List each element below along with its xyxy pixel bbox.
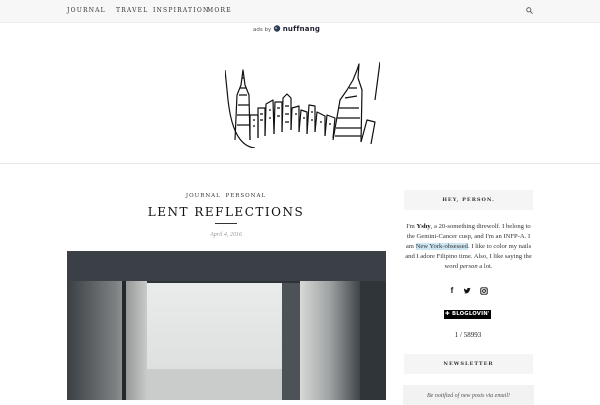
header-divider <box>0 163 600 164</box>
post-photo[interactable] <box>67 251 386 400</box>
nuffnang-logo-icon <box>273 25 281 32</box>
twitter-icon[interactable] <box>463 287 471 295</box>
author-name: Yshy <box>416 223 431 230</box>
title-underline <box>215 223 237 224</box>
about-text-part: I'm <box>406 223 417 230</box>
newsletter-text: Be notified of new posts via email! <box>427 393 510 399</box>
ad-attribution[interactable]: ads by nuffnang <box>253 25 320 33</box>
post-categories: JOURNAL PERSONAL <box>180 193 272 199</box>
skyline-logo[interactable] <box>225 60 380 148</box>
bloglovin-button[interactable]: ✚ BLOGLOVIN' <box>444 310 491 319</box>
about-text-part: a lot. <box>477 263 493 270</box>
highlighted-text: New York-obsessed <box>415 243 468 250</box>
newsletter-heading: NEWSLETTER <box>404 354 533 374</box>
italic-word: person <box>459 263 478 270</box>
chevron-down-icon[interactable]: ⌄ <box>96 7 101 14</box>
ads-prefix: ads by <box>253 27 272 33</box>
about-widget-heading: HEY, PERSON. <box>404 190 533 210</box>
nav-travel[interactable]: TRAVEL <box>116 7 148 14</box>
category-link[interactable]: JOURNAL <box>186 193 221 199</box>
post-date: April 4, 2016 <box>210 232 242 238</box>
nav-inspiration[interactable]: INSPIRATION <box>153 7 209 14</box>
search-icon[interactable] <box>526 7 533 14</box>
top-navigation-bar: JOURNAL ⌄ TRAVEL INSPIRATION MORE ⌄ <box>0 0 600 23</box>
instagram-icon[interactable] <box>480 287 488 295</box>
category-link[interactable]: PERSONAL <box>226 193 267 199</box>
facebook-icon[interactable]: f <box>448 287 456 295</box>
chevron-down-icon[interactable]: ⌄ <box>227 7 232 14</box>
follower-count: 1 / 58993 <box>454 331 482 339</box>
about-text: I'm Yshy, a 20-something direwolf. I bel… <box>402 222 535 272</box>
post-title[interactable]: LENT REFLECTIONS <box>126 205 326 219</box>
ads-brand: nuffnang <box>282 25 321 33</box>
